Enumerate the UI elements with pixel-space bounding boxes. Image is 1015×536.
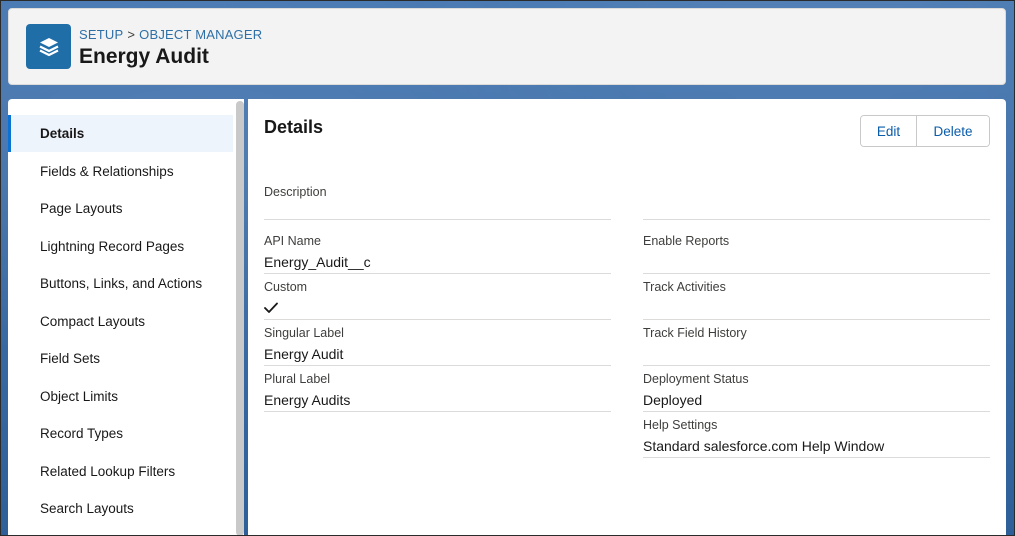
screenshot-border [0, 0, 1015, 536]
